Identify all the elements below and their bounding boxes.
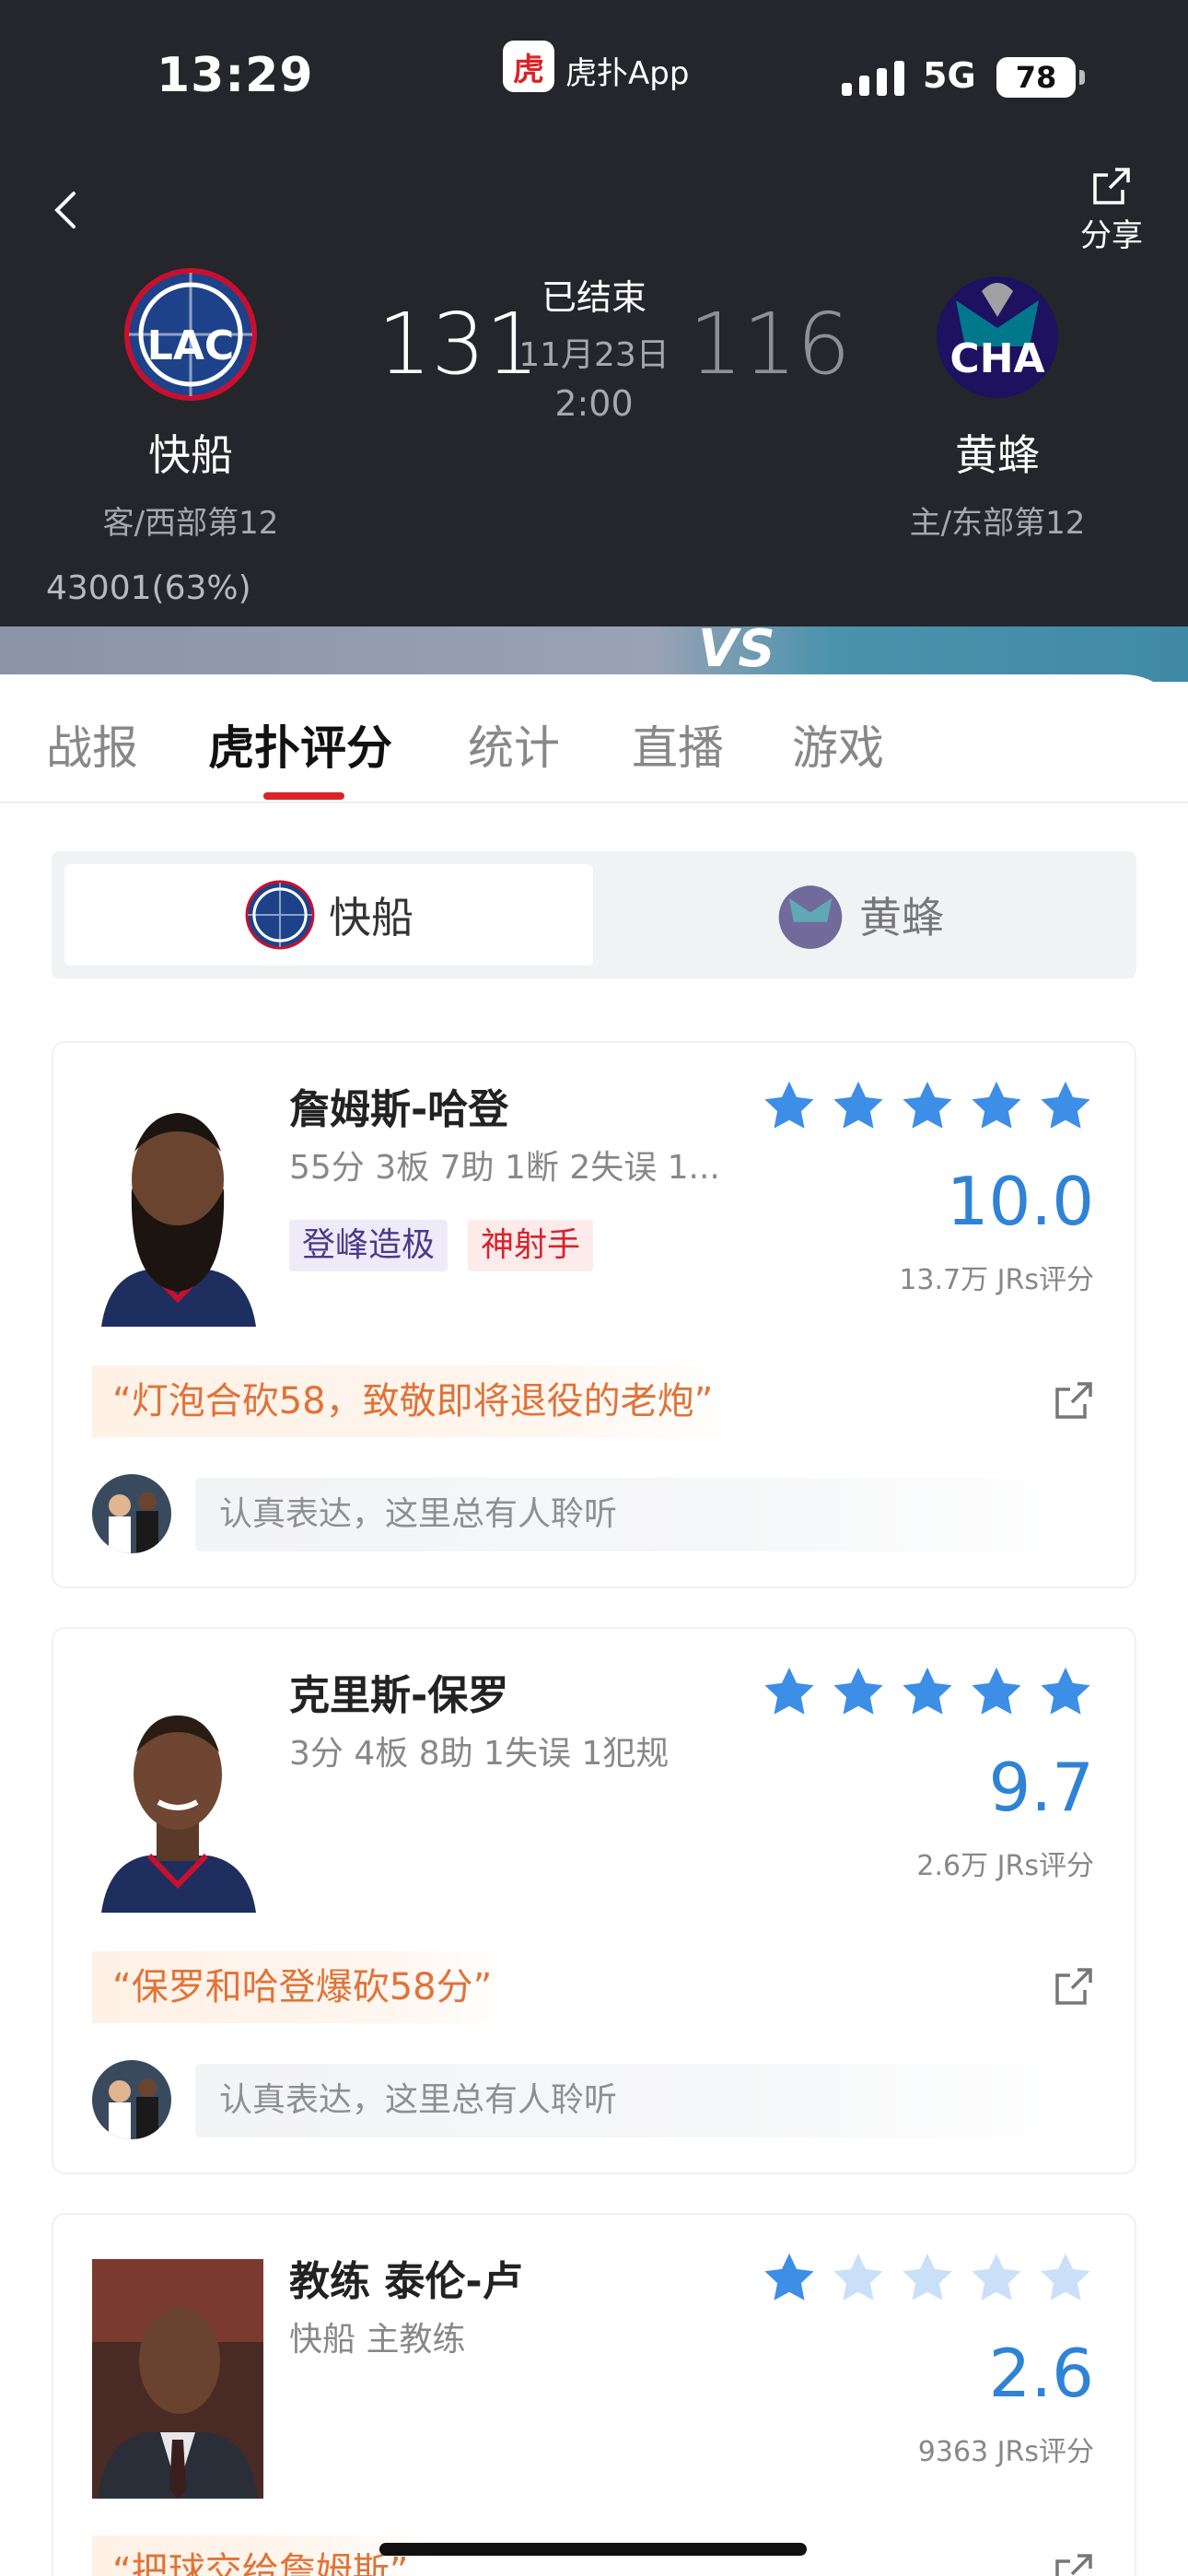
team-switch-clippers-label: 快船 [329,893,413,943]
team-switch: 快船 黄蜂 [52,851,1136,978]
home-team-rank: 主/东部第12 [909,505,1086,542]
star-icon [972,1081,1021,1129]
comment-input[interactable]: 认真表达，这里总有人聆听 [195,1478,1098,1551]
player-rating-score: 9.7 [988,1749,1094,1826]
coach-title: 快船 主教练 [289,2321,466,2359]
team-switch-clippers[interactable]: 快船 [64,864,593,966]
tab-hupu-rating[interactable]: 虎扑评分 [208,711,392,778]
star-empty-icon [833,2253,883,2301]
share-label: 分享 [1080,217,1143,254]
away-team-rank: 客/西部第12 [102,505,279,542]
comment-input[interactable]: 认真表达，这里总有人聆听 [195,2064,1098,2137]
player-photo[interactable] [92,1087,263,1327]
star-icon [764,2253,814,2301]
external-link-icon[interactable] [1054,1966,1094,2007]
star-icon [903,1081,952,1129]
player-rating-score: 10.0 [946,1163,1094,1240]
coach-rating-score: 2.6 [988,2335,1094,2412]
star-icon [1041,1667,1090,1715]
hupu-app-icon[interactable]: 虎 [503,41,554,92]
clippers-small-logo [245,880,315,950]
player-rating-card[interactable]: 克里斯-保罗 3分 4板 8助 1失误 1犯规 9.7 2.6万 JRs评分 “… [52,1627,1136,2174]
star-rating [761,1078,1094,1135]
coach-rating-card[interactable]: 教练 泰伦-卢 快船 主教练 2.6 9363 JRs评分 “把球交给詹姆斯” [52,2213,1136,2576]
player-tag: 登峰造极 [289,1220,448,1271]
player-name[interactable]: 詹姆斯-哈登 [289,1076,508,1135]
tab-report[interactable]: 战报 [46,711,138,778]
vs-emblem: VS [698,619,775,679]
share-button[interactable]: 分享 [1072,166,1151,255]
external-link-icon[interactable] [1054,1380,1094,1421]
battery-icon: 78 [996,57,1085,98]
hornets-small-logo [778,885,843,949]
home-score: 116 [689,295,851,393]
player-photo[interactable] [92,1673,263,1913]
rating-vote-count: 13.7万 JRs评分 [899,1264,1094,1296]
support-bar [0,626,1188,682]
team-switch-hornets[interactable]: 黄蜂 [595,864,1124,966]
user-avatar[interactable] [92,2060,171,2139]
player-stats: 55分 3板 7助 1断 2失误 1... [289,1149,720,1187]
star-icon [903,1667,952,1715]
chevron-left-icon [54,192,76,228]
tab-games[interactable]: 游戏 [792,711,884,778]
network-type: 5G [923,55,976,96]
team-switch-hornets-label: 黄蜂 [859,893,944,943]
star-icon [764,1667,814,1715]
hornets-logo[interactable]: CHA [928,263,1066,402]
hot-comment-quote[interactable]: “灯泡合砍58，致敬即将退役的老炮” [92,1365,734,1437]
tab-bar: 战报 虎扑评分 统计 直播 游戏 [0,674,1188,803]
game-header: 13:29 虎 虎扑App 5G 78 分享 LAC 快船 客/西部第12 13… [0,0,1188,626]
back-button[interactable] [53,182,90,238]
status-time: 13:29 [157,48,314,103]
star-icon [764,1081,814,1129]
star-empty-icon [972,2253,1021,2301]
star-rating [761,2250,1094,2307]
away-team-name[interactable]: 快船 [52,422,329,483]
coach-name[interactable]: 教练 泰伦-卢 [289,2248,523,2307]
tab-live[interactable]: 直播 [632,711,724,778]
player-rating-card[interactable]: 詹姆斯-哈登 55分 3板 7助 1断 2失误 1... 登峰造极 神射手 10… [52,1041,1136,1588]
star-icon [833,1667,883,1715]
star-rating [761,1664,1094,1721]
user-avatar[interactable] [92,1474,171,1553]
back-to-app-label[interactable]: 虎扑App [565,48,689,93]
star-icon [972,1667,1021,1715]
hot-comment-quote[interactable]: “把球交给詹姆斯” [92,2535,429,2576]
home-team-name[interactable]: 黄蜂 [859,422,1136,483]
coach-photo[interactable] [92,2259,263,2499]
away-support-count: 43001(63%) [46,569,251,607]
star-empty-icon [903,2253,952,2301]
star-icon [1041,1081,1090,1129]
external-link-icon[interactable] [1054,2552,1094,2576]
rating-vote-count: 2.6万 JRs评分 [916,1850,1094,1882]
hornets-logo-text: CHA [949,335,1044,382]
rating-vote-count: 9363 JRs评分 [917,2436,1094,2468]
tab-stats[interactable]: 统计 [468,711,560,778]
player-tag: 神射手 [468,1220,594,1271]
star-icon [833,1081,883,1129]
player-stats: 3分 4板 8助 1失误 1犯规 [289,1735,670,1773]
star-empty-icon [1041,2253,1090,2301]
active-tab-indicator [263,792,344,800]
signal-icon [842,59,904,96]
home-indicator[interactable] [379,2543,807,2556]
share-icon [1093,168,1130,205]
hot-comment-quote[interactable]: “保罗和哈登爆砍58分” [92,1951,513,2023]
player-name[interactable]: 克里斯-保罗 [289,1662,508,1721]
